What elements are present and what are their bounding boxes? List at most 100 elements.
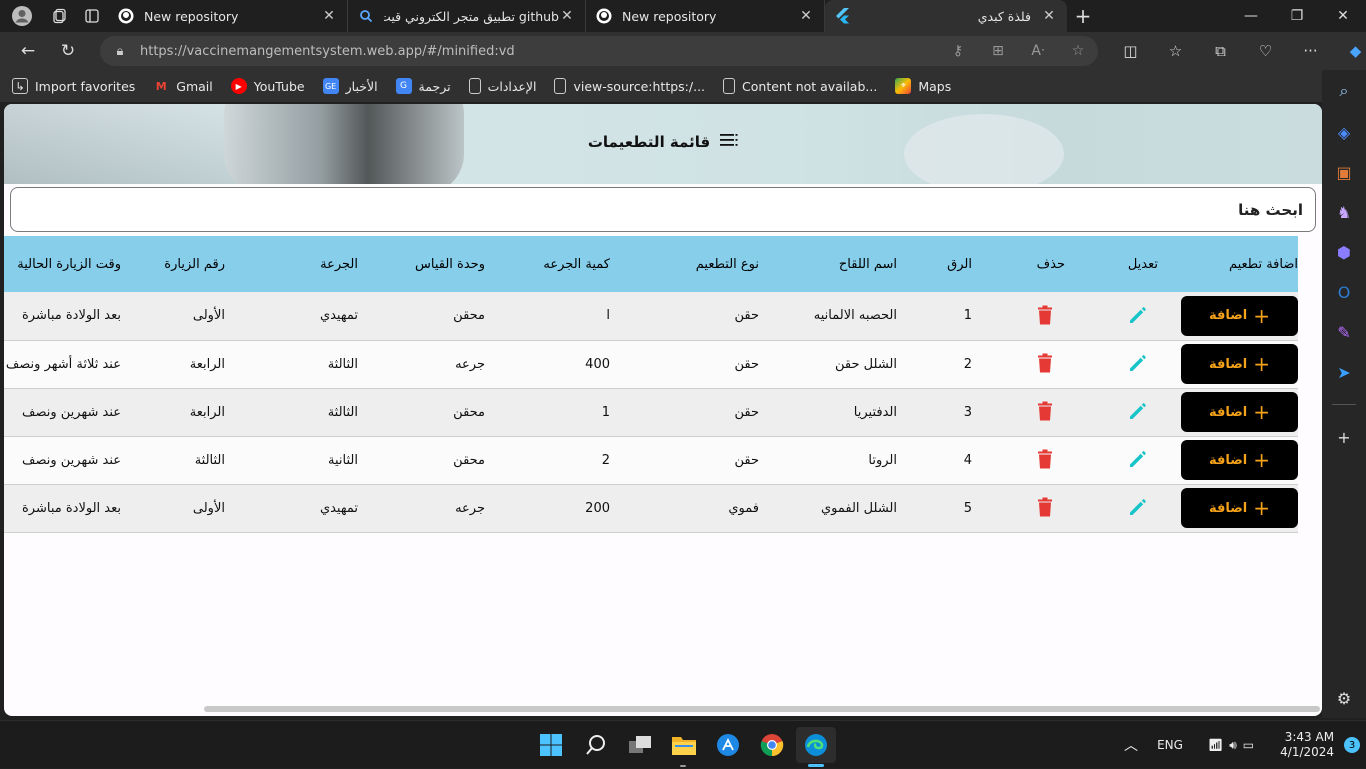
copilot-icon[interactable]: ◆ xyxy=(1333,32,1366,70)
address-bar[interactable]: 🔒︎ https://vaccinemangementsystem.web.ap… xyxy=(100,36,1098,66)
bookmark-youtube[interactable]: ▶ YouTube xyxy=(230,78,305,94)
delete-trash-icon[interactable] xyxy=(1033,303,1057,327)
send-icon[interactable]: ➤ xyxy=(1322,354,1366,390)
favorite-star-icon[interactable]: ☆ xyxy=(1058,43,1098,59)
sidebar-settings-icon[interactable]: ⚙ xyxy=(1322,680,1366,716)
add-vaccination-button[interactable]: + اضافة xyxy=(1181,440,1298,480)
delete-trash-icon[interactable] xyxy=(1033,447,1057,471)
vaccination-type-cell: فموي xyxy=(728,500,759,516)
refresh-icon[interactable]: ↻ xyxy=(48,32,88,70)
task-view-icon[interactable] xyxy=(620,727,660,763)
key-icon[interactable]: ⚷ xyxy=(938,43,978,59)
bookmark-maps[interactable]: ⌖ Maps xyxy=(895,78,951,94)
delete-trash-icon[interactable] xyxy=(1033,351,1057,375)
unit-cell: محقن xyxy=(453,404,485,420)
edge-browser-icon[interactable] xyxy=(796,727,836,763)
restore-icon[interactable]: ❐ xyxy=(1274,0,1320,32)
add-vaccination-button[interactable]: + اضافة xyxy=(1181,344,1298,384)
delete-trash-icon[interactable] xyxy=(1033,495,1057,519)
edit-pencil-icon[interactable] xyxy=(1126,495,1150,519)
collections-icon[interactable]: ⧉ xyxy=(1198,32,1243,70)
visit-number-cell: الثالثة xyxy=(194,452,225,468)
favorites-icon[interactable]: ☆ xyxy=(1153,32,1198,70)
search-field[interactable] xyxy=(10,187,1316,232)
vaccination-type-cell: حقن xyxy=(734,404,759,420)
close-tab-icon[interactable]: ✕ xyxy=(321,8,337,24)
bookmark-label: ترجمة xyxy=(418,78,451,94)
bookmark-label: view-source:https:/... xyxy=(573,78,706,94)
read-aloud-icon[interactable]: Aᐧ xyxy=(1018,43,1058,59)
new-tab-button[interactable]: + xyxy=(1067,0,1099,32)
tab-active-flutter-app[interactable]: فلذة كبدي ✕ xyxy=(825,0,1067,32)
split-screen-icon[interactable]: ◫ xyxy=(1108,32,1153,70)
close-window-icon[interactable]: ✕ xyxy=(1320,0,1366,32)
wifi-icon[interactable]: 📶︎ xyxy=(1208,738,1223,752)
delete-trash-icon[interactable] xyxy=(1033,399,1057,423)
bookmark-gmail[interactable]: M Gmail xyxy=(153,78,213,94)
bookmark-content-not-available[interactable]: Content not availab... xyxy=(723,78,877,94)
tab-actions-icon[interactable] xyxy=(76,0,108,32)
bookmark-news[interactable]: GE الأخبار xyxy=(322,78,378,94)
header-banner: قائمة التطعيمات xyxy=(4,104,1322,184)
browser-essentials-icon[interactable]: ♡ xyxy=(1243,32,1288,70)
taskbar-search-icon[interactable] xyxy=(576,727,616,763)
search-input[interactable] xyxy=(23,200,1303,219)
lock-icon[interactable]: 🔒︎ xyxy=(100,44,140,59)
clock[interactable]: 3:43 AM 4/1/2024 xyxy=(1280,730,1334,760)
vaccination-type-cell: حقن xyxy=(734,308,759,324)
search-icon[interactable]: ⌕ xyxy=(1322,73,1366,109)
close-tab-icon[interactable]: ✕ xyxy=(1041,8,1057,24)
edit-pencil-icon[interactable] xyxy=(1126,351,1150,375)
app-available-icon[interactable]: ⊞ xyxy=(978,43,1018,59)
back-icon[interactable]: ← xyxy=(8,32,48,70)
settings-more-icon[interactable]: ··· xyxy=(1288,32,1333,70)
language-indicator[interactable]: ENG xyxy=(1150,738,1190,752)
table-row: + اضافة 2 الشلل حقن حقن 400 جرعه الثالثة الرابعة… xyxy=(4,340,1298,388)
chrome-icon[interactable] xyxy=(752,727,792,763)
chevron-up-icon[interactable]: ︿ xyxy=(1120,735,1142,755)
add-vaccination-button[interactable]: + اضافة xyxy=(1181,488,1298,528)
battery-icon[interactable]: ▭ xyxy=(1243,738,1254,752)
games-icon[interactable]: ♞ xyxy=(1322,194,1366,230)
menu-icon[interactable] xyxy=(720,132,738,152)
tab-new-repository-2[interactable]: New repository ✕ xyxy=(586,0,825,32)
tools-briefcase-icon[interactable]: ▣ xyxy=(1322,154,1366,190)
app-store-icon[interactable] xyxy=(708,727,748,763)
flutter-icon xyxy=(835,8,851,24)
dose-cell: تمهيدي xyxy=(319,308,358,324)
add-vaccination-button[interactable]: + اضافة xyxy=(1181,392,1298,432)
add-sidebar-app-icon[interactable]: + xyxy=(1322,419,1366,455)
copilot-app-icon[interactable]: ⬢ xyxy=(1322,234,1366,270)
bookmark-settings[interactable]: الإعدادات xyxy=(468,78,536,94)
gmail-icon: M xyxy=(155,79,167,93)
dose-quantity-cell: 400 xyxy=(585,356,610,372)
bookmark-import-favorites[interactable]: ↳ Import favorites xyxy=(12,78,135,94)
close-tab-icon[interactable]: ✕ xyxy=(798,8,814,24)
notification-badge[interactable]: 3 xyxy=(1344,737,1361,753)
edit-pencil-icon[interactable] xyxy=(1126,447,1150,471)
profile-avatar-icon[interactable] xyxy=(0,0,44,32)
add-vaccination-button[interactable]: + اضافة xyxy=(1181,295,1298,336)
edit-pencil-icon[interactable] xyxy=(1126,303,1150,327)
shopping-tag-icon[interactable]: ◈ xyxy=(1322,114,1366,150)
volume-icon[interactable]: 🔊︎ xyxy=(1229,738,1237,753)
minimize-icon[interactable]: — xyxy=(1228,0,1274,32)
horizontal-scrollbar[interactable] xyxy=(204,706,1320,712)
vaccine-name-cell: الشلل الفموي xyxy=(820,500,897,516)
outlook-icon[interactable]: O xyxy=(1322,274,1366,310)
col-header-number: الرق xyxy=(947,256,972,272)
tab-new-repository-1[interactable]: New repository ✕ xyxy=(108,0,348,32)
close-tab-icon[interactable]: ✕ xyxy=(559,8,575,24)
page-title: قائمة التطعيمات xyxy=(587,133,711,151)
bookmark-view-source[interactable]: view-source:https:/... xyxy=(554,78,705,94)
url-text[interactable]: https://vaccinemangementsystem.web.app/#… xyxy=(140,44,938,59)
edit-pencil-icon[interactable] xyxy=(1126,399,1150,423)
bookmark-translate[interactable]: G ترجمة xyxy=(395,78,451,94)
file-explorer-icon[interactable] xyxy=(664,727,704,763)
designer-icon[interactable]: ✎ xyxy=(1322,314,1366,350)
workspaces-icon[interactable] xyxy=(44,0,76,32)
plus-icon: + xyxy=(1253,352,1271,376)
page-icon xyxy=(554,78,567,94)
tab-github-search[interactable]: github تطبيق متجر الكتروني قيت هب ✕ xyxy=(348,0,586,32)
windows-start-icon[interactable] xyxy=(531,727,571,763)
